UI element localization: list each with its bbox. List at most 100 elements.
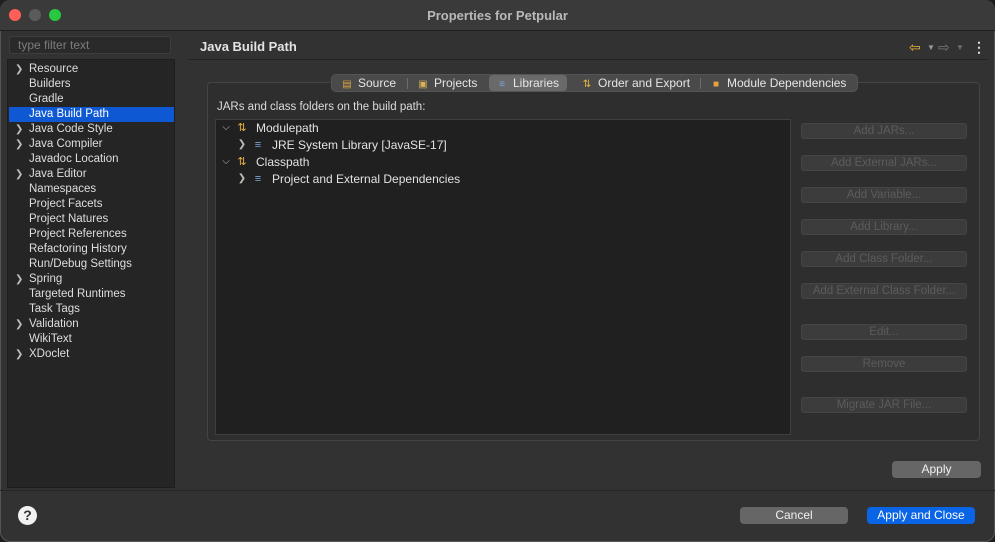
library-icon: ≡ [254, 139, 262, 151]
tree-node-label: Project and External Dependencies [272, 172, 461, 186]
chevron-down-icon[interactable]: ⌵ [220, 154, 232, 170]
page-title: Java Build Path [200, 39, 297, 54]
add-external-class-folder-button[interactable]: Add External Class Folder... [801, 283, 967, 299]
window-title: Properties for Petpular [427, 8, 568, 23]
tab-bar: ▤ Source ▣ Projects ≡ Libraries ⇅ Order and … [331, 74, 858, 92]
nav-item-java-compiler[interactable]: ❯ Java Compiler [9, 137, 174, 152]
chevron-right-icon[interactable]: ❯ [15, 122, 23, 137]
tab-label: Module Dependencies [727, 76, 847, 90]
nav-item-label: Validation [29, 318, 79, 330]
chevron-right-icon[interactable]: ❯ [236, 171, 248, 187]
nav-item-wikitext[interactable]: WikiText [9, 332, 174, 347]
nav-item-gradle[interactable]: Gradle [9, 92, 174, 107]
chevron-right-icon[interactable]: ❯ [15, 317, 23, 332]
remove-button[interactable]: Remove [801, 356, 967, 372]
add-variable-button[interactable]: Add Variable... [801, 187, 967, 203]
tab-label: Projects [434, 76, 478, 90]
nav-item-label: Namespaces [29, 183, 97, 195]
nav-item-project-references[interactable]: Project References [9, 227, 174, 242]
nav-item-java-editor[interactable]: ❯ Java Editor [9, 167, 174, 182]
apply-button[interactable]: Apply [892, 461, 981, 478]
nav-item-label: Java Editor [29, 168, 87, 180]
property-page-tree[interactable]: ❯ Resource Builders Gradle Java Build Pa… [7, 59, 175, 488]
filter-input[interactable]: type filter text [9, 36, 171, 54]
tab-order-and-export[interactable]: ⇅ Order and Export [580, 75, 690, 91]
nav-item-label: Project Natures [29, 213, 109, 225]
nav-item-label: Refactoring History [29, 243, 127, 255]
help-icon[interactable]: ? [18, 506, 37, 525]
header-divider [188, 59, 988, 60]
cancel-button[interactable]: Cancel [740, 507, 848, 524]
add-jars-button[interactable]: Add JARs... [801, 123, 967, 139]
tree-node-classpath[interactable]: ⌵ ⇅ Classpath [220, 154, 780, 170]
chevron-right-icon[interactable]: ❯ [236, 137, 248, 153]
chevron-right-icon[interactable]: ❯ [15, 272, 23, 287]
tree-node-jre-library[interactable]: ❯ ≡ JRE System Library [JavaSE-17] [236, 137, 776, 153]
nav-item-label: Java Build Path [29, 108, 109, 120]
nav-item-java-code-style[interactable]: ❯ Java Code Style [9, 122, 174, 137]
tree-node-label: Classpath [256, 155, 310, 169]
nav-item-label: Spring [29, 273, 63, 285]
properties-window: Properties for Petpular type filter text… [0, 0, 995, 542]
migrate-jar-file-button[interactable]: Migrate JAR File... [801, 397, 967, 413]
nav-item-project-facets[interactable]: Project Facets [9, 197, 174, 212]
classpath-icon: ⇅ [237, 156, 247, 168]
back-arrow-icon[interactable]: ⇦ [909, 39, 921, 56]
nav-item-project-natures[interactable]: Project Natures [9, 212, 174, 227]
nav-item-targeted-runtimes[interactable]: Targeted Runtimes [9, 287, 174, 302]
nav-item-label: Project Facets [29, 198, 103, 210]
chevron-right-icon[interactable]: ❯ [15, 167, 23, 182]
apply-and-close-button[interactable]: Apply and Close [867, 507, 975, 524]
tab-libraries[interactable]: ≡ Libraries [489, 75, 568, 91]
source-folder-icon: ▤ [342, 79, 352, 90]
tab-module-dependencies[interactable]: ■ Module Dependencies [709, 75, 846, 91]
chevron-right-icon[interactable]: ❯ [15, 347, 23, 362]
tab-projects[interactable]: ▣ Projects [416, 75, 477, 91]
nav-item-java-build-path[interactable]: Java Build Path [9, 107, 174, 122]
nav-item-run-debug-settings[interactable]: Run/Debug Settings [9, 257, 174, 272]
nav-item-label: WikiText [29, 333, 72, 345]
nav-item-validation[interactable]: ❯ Validation [9, 317, 174, 332]
title-bar[interactable]: Properties for Petpular [0, 0, 995, 31]
chevron-right-icon[interactable]: ❯ [15, 62, 23, 77]
tab-divider [407, 78, 408, 89]
tab-source[interactable]: ▤ Source [340, 75, 396, 91]
tab-label: Order and Export [598, 76, 691, 90]
nav-item-label: Gradle [29, 93, 64, 105]
edit-button[interactable]: Edit... [801, 324, 967, 340]
tree-node-project-dependencies[interactable]: ❯ ≡ Project and External Dependencies [236, 171, 776, 187]
nav-item-namespaces[interactable]: Namespaces [9, 182, 174, 197]
forward-dropdown-icon[interactable]: ▼ [956, 43, 964, 52]
add-external-jars-button[interactable]: Add External JARs... [801, 155, 967, 171]
folder-icon: ▣ [418, 79, 428, 90]
tab-divider [700, 78, 701, 89]
nav-item-label: Project References [29, 228, 127, 240]
back-dropdown-icon[interactable]: ▼ [927, 43, 935, 52]
nav-item-javadoc-location[interactable]: Javadoc Location [9, 152, 174, 167]
modulepath-icon: ⇅ [237, 122, 247, 134]
library-icon: ≡ [499, 79, 505, 90]
footer-divider [0, 490, 995, 491]
nav-item-task-tags[interactable]: Task Tags [9, 302, 174, 317]
nav-item-builders[interactable]: Builders [9, 77, 174, 92]
nav-item-label: Javadoc Location [29, 153, 119, 165]
tree-node-modulepath[interactable]: ⌵ ⇅ Modulepath [220, 120, 780, 136]
nav-item-label: Builders [29, 78, 71, 90]
left-pane: type filter text ❯ Resource Builders Gra… [7, 34, 175, 488]
chevron-right-icon[interactable]: ❯ [15, 137, 23, 152]
nav-item-label: Task Tags [29, 303, 80, 315]
chevron-down-icon[interactable]: ⌵ [220, 120, 232, 136]
more-options-icon[interactable]: ⋮ [972, 39, 986, 56]
history-navigation: ⇦ ▼ ⇨ ▼ ⋮ [909, 39, 989, 55]
nav-item-resource[interactable]: ❯ Resource [9, 62, 174, 77]
build-path-tree[interactable]: ⌵ ⇅ Modulepath ❯ ≡ JRE System Library [J… [215, 119, 791, 435]
nav-item-label: Java Code Style [29, 123, 113, 135]
nav-item-xdoclet[interactable]: ❯ XDoclet [9, 347, 174, 362]
add-class-folder-button[interactable]: Add Class Folder... [801, 251, 967, 267]
nav-item-spring[interactable]: ❯ Spring [9, 272, 174, 287]
build-path-label: JARs and class folders on the build path… [217, 101, 426, 113]
tree-node-label: JRE System Library [JavaSE-17] [272, 138, 447, 152]
forward-arrow-icon[interactable]: ⇨ [938, 39, 950, 56]
add-library-button[interactable]: Add Library... [801, 219, 967, 235]
nav-item-refactoring-history[interactable]: Refactoring History [9, 242, 174, 257]
